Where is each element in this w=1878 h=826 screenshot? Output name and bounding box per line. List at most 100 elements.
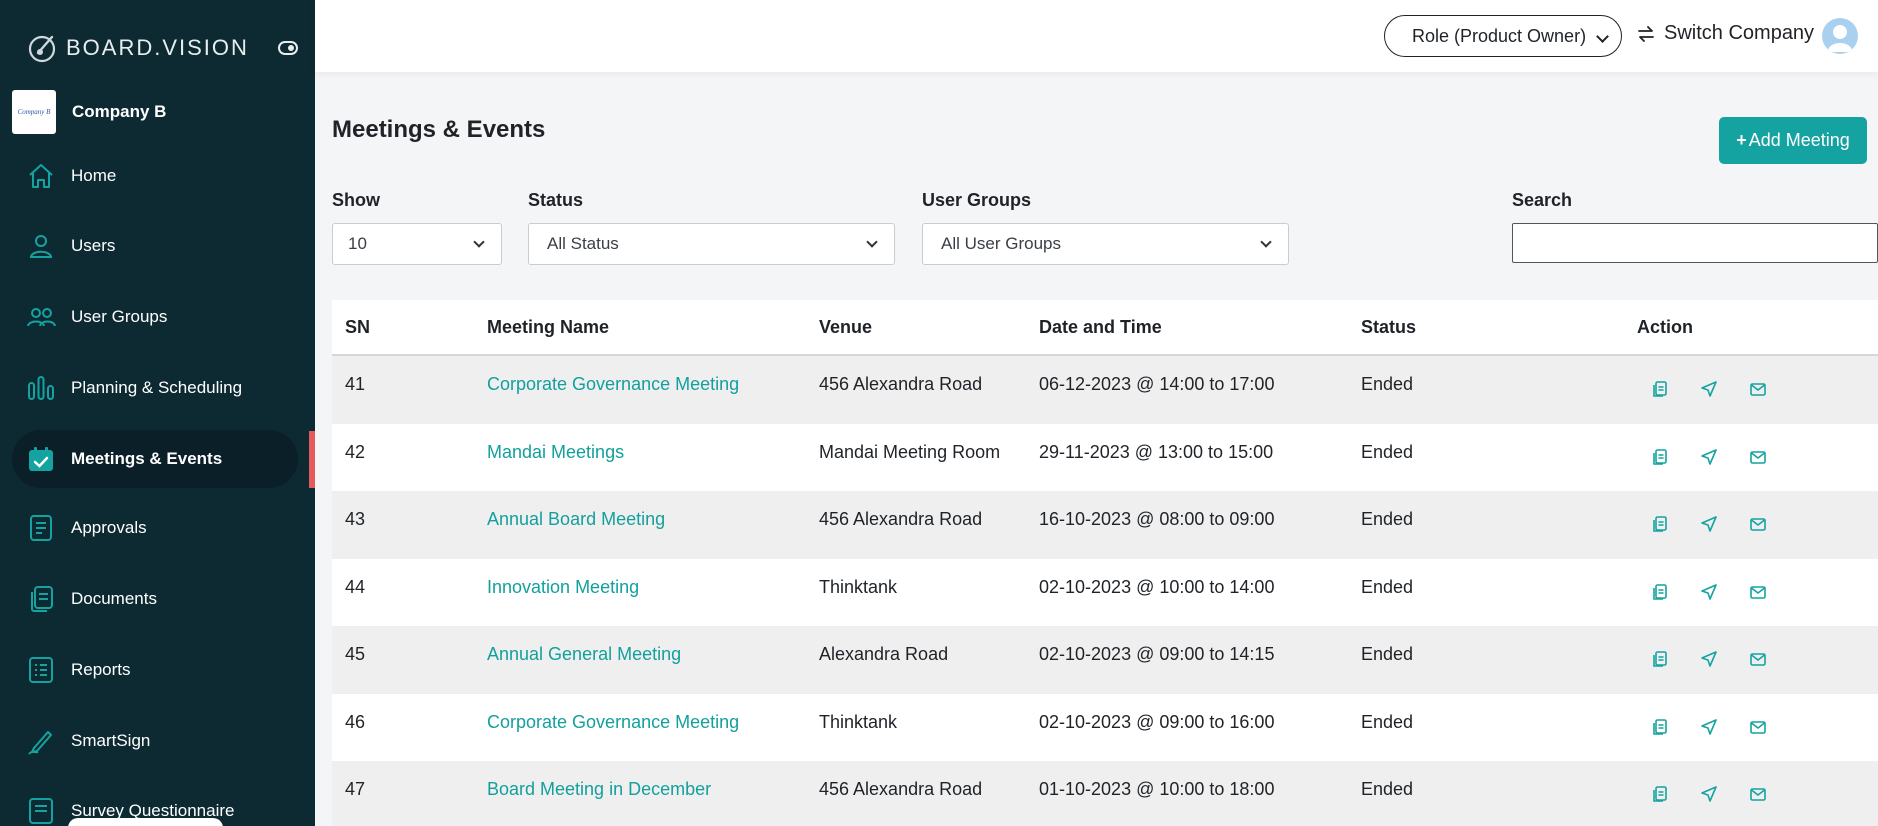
cell-venue: Mandai Meeting Room (819, 441, 1001, 462)
mail-icon[interactable] (1747, 648, 1769, 670)
cell-date-time: 29-11-2023 @ 13:00 to 15:00 (1039, 441, 1274, 462)
cell-venue: 456 Alexandra Road (819, 374, 983, 394)
sidebar-item-approvals[interactable]: Approvals (12, 499, 298, 557)
mail-icon[interactable] (1747, 513, 1769, 535)
cell-date-time: 02-10-2023 @ 10:00 to 14:00 (1039, 576, 1275, 597)
add-meeting-button[interactable]: + Add Meeting (1719, 117, 1867, 164)
cell-date-time: 02-10-2023 @ 09:00 to 14:15 (1039, 644, 1275, 664)
cell-status: Ended (1361, 441, 1414, 462)
sidebar-item-planning[interactable]: Planning & Scheduling (12, 359, 298, 417)
user-groups-label: User Groups (922, 190, 1032, 210)
cell-date-time: 01-10-2023 @ 10:00 to 18:00 (1039, 779, 1275, 799)
mail-icon[interactable] (1747, 783, 1769, 805)
chevron-down-icon (473, 236, 485, 248)
meeting-name-link[interactable]: Corporate Governance Meeting (487, 694, 739, 762)
company-switcher[interactable]: Company B Company B (12, 90, 166, 134)
chevron-down-icon (866, 236, 878, 248)
switch-company-label: Switch Company (1664, 22, 1815, 44)
meeting-name-link[interactable]: Board Meeting in December (487, 761, 711, 826)
sidebar-item-home[interactable]: Home (12, 147, 298, 205)
search-label: Search (1512, 190, 1573, 210)
reports-icon (29, 657, 53, 683)
header-meeting-name[interactable]: Meeting Name (487, 300, 609, 354)
sidebar-item-label: Documents (71, 589, 157, 608)
header-date-time[interactable]: Date and Time (1039, 300, 1162, 354)
sidebar-item-label: Home (71, 166, 117, 185)
table-row: 44 Innovation Meeting Thinktank 02-10-2023 … (332, 558, 1878, 627)
cell-status: Ended (1361, 644, 1414, 664)
table-row: 46 Corporate Governance Meeting Thinktank 0… (332, 693, 1878, 762)
user-groups-select[interactable]: All User Groups (922, 223, 1289, 265)
avatar[interactable] (1822, 18, 1858, 54)
chevron-down-icon (1596, 30, 1609, 43)
calendar-check-icon (29, 447, 53, 471)
chevron-down-icon (1260, 236, 1272, 248)
sidebar-item-documents[interactable]: Documents (12, 570, 298, 628)
add-meeting-label: Add Meeting (1748, 130, 1850, 150)
copy-icon[interactable] (1649, 446, 1671, 468)
row-actions (1649, 716, 1796, 738)
show-label: Show (332, 190, 380, 210)
sidebar-item-reports[interactable]: Reports (12, 641, 298, 699)
sidebar-item-label: User Groups (71, 307, 168, 326)
meeting-name-link[interactable]: Innovation Meeting (487, 559, 639, 627)
copy-icon[interactable] (1649, 648, 1671, 670)
show-select[interactable]: 10 (332, 223, 502, 265)
header-status[interactable]: Status (1361, 300, 1416, 354)
documents-icon (31, 586, 53, 612)
meeting-name-link[interactable]: Mandai Meetings (487, 424, 624, 492)
cell-sn: 43 (345, 509, 366, 529)
cell-venue: Thinktank (819, 711, 898, 732)
help-widget[interactable] (68, 818, 223, 826)
sidebar-toggle-icon[interactable] (278, 41, 298, 55)
sidebar-item-label: SmartSign (71, 731, 151, 750)
sidebar-item-smartsign[interactable]: SmartSign (12, 712, 298, 770)
meeting-name-link[interactable]: Annual Board Meeting (487, 491, 665, 559)
mail-icon[interactable] (1747, 581, 1769, 603)
meeting-name-link[interactable]: Corporate Governance Meeting (487, 356, 739, 424)
logo-mark-icon (28, 35, 56, 63)
copy-icon[interactable] (1649, 581, 1671, 603)
row-actions (1649, 513, 1796, 535)
send-icon[interactable] (1698, 648, 1720, 670)
sidebar-item-meetings[interactable]: Meetings & Events (12, 430, 298, 488)
header-sn[interactable]: SN (345, 300, 370, 354)
table-row: 45 Annual General Meeting Alexandra Road 02… (332, 626, 1878, 694)
row-actions (1649, 648, 1796, 670)
meeting-name-link[interactable]: Annual General Meeting (487, 626, 681, 694)
sidebar-item-users[interactable]: Users (12, 217, 298, 275)
send-icon[interactable] (1698, 446, 1720, 468)
search-input[interactable] (1512, 223, 1878, 263)
brand-logo[interactable]: BOARD.VISION (26, 30, 249, 66)
switch-company-button[interactable]: Switch Company (1636, 22, 1814, 45)
send-icon[interactable] (1698, 783, 1720, 805)
cell-venue: 456 Alexandra Road (819, 509, 983, 529)
mail-icon[interactable] (1747, 378, 1769, 400)
header-venue[interactable]: Venue (819, 300, 872, 354)
send-icon[interactable] (1698, 581, 1720, 603)
mail-icon[interactable] (1747, 716, 1769, 738)
cell-sn: 44 (345, 576, 366, 597)
send-icon[interactable] (1698, 513, 1720, 535)
cell-date-time: 16-10-2023 @ 08:00 to 09:00 (1039, 509, 1275, 529)
row-actions (1649, 446, 1796, 468)
send-icon[interactable] (1698, 378, 1720, 400)
sidebar-item-user-groups[interactable]: User Groups (12, 288, 298, 346)
mail-icon[interactable] (1747, 446, 1769, 468)
plus-icon: + (1736, 130, 1747, 150)
copy-icon[interactable] (1649, 783, 1671, 805)
status-select[interactable]: All Status (528, 223, 895, 265)
table-row: 47 Board Meeting in December 456 Alexandra… (332, 761, 1878, 826)
cell-status: Ended (1361, 374, 1414, 394)
row-actions (1649, 378, 1796, 400)
cell-date-time: 02-10-2023 @ 09:00 to 16:00 (1039, 711, 1275, 732)
sidebar-item-label: Meetings & Events (71, 449, 223, 468)
send-icon[interactable] (1698, 716, 1720, 738)
role-label: Role (Product Owner) (1412, 25, 1587, 46)
copy-icon[interactable] (1649, 378, 1671, 400)
cell-sn: 46 (345, 711, 366, 732)
copy-icon[interactable] (1649, 513, 1671, 535)
role-dropdown[interactable]: Role (Product Owner) (1384, 15, 1622, 57)
copy-icon[interactable] (1649, 716, 1671, 738)
sidebar-item-label: Approvals (71, 518, 147, 537)
